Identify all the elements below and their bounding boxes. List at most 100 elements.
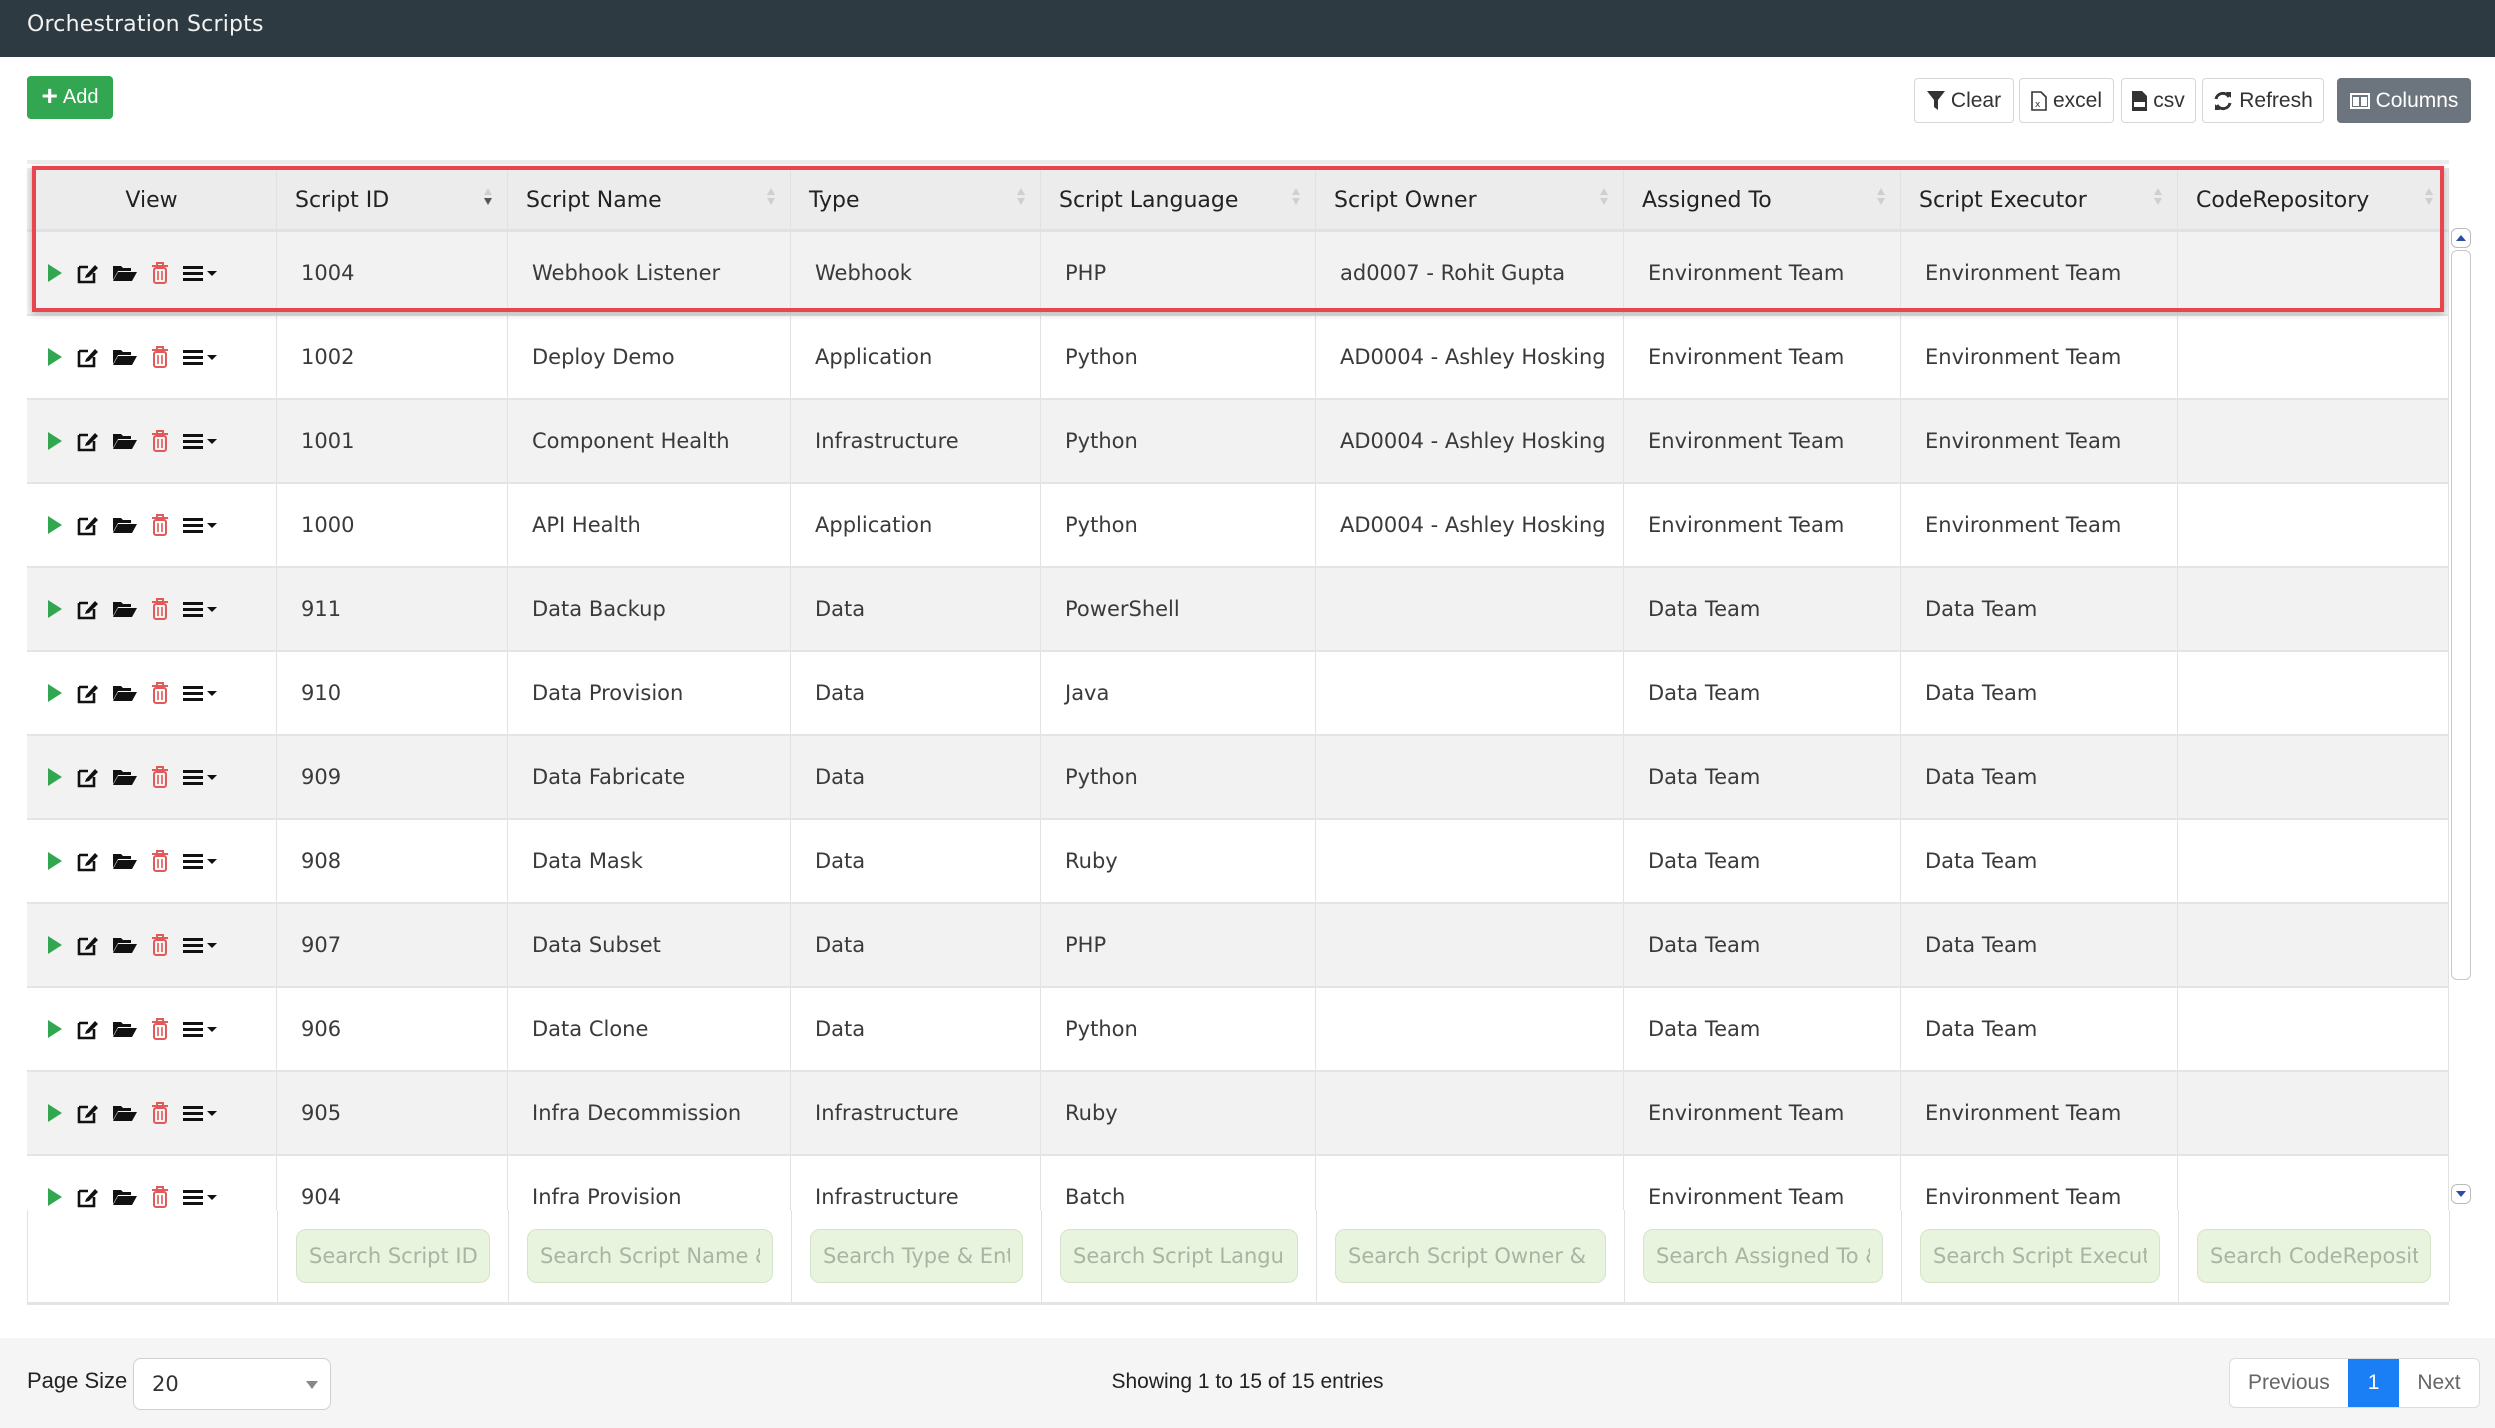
menu-dropdown-icon[interactable] [183,516,219,534]
search-executor-input[interactable] [1920,1229,2160,1283]
folder-open-icon[interactable] [113,768,137,786]
trash-icon[interactable] [151,850,169,872]
column-header-assigned[interactable]: Assigned To [1624,168,1901,232]
trash-icon[interactable] [151,598,169,620]
menu-dropdown-icon[interactable] [183,1104,219,1122]
next-page-button[interactable]: Next [2399,1359,2478,1407]
table-row[interactable]: 907 Data Subset Data PHP Data Team Data Team [27,904,2449,988]
menu-dropdown-icon[interactable] [183,1188,219,1206]
folder-open-icon[interactable] [113,936,137,954]
table-row[interactable]: 1001 Component Health Infrastructure Python… [27,400,2449,484]
menu-dropdown-icon[interactable] [183,264,219,282]
folder-open-icon[interactable] [113,1188,137,1206]
play-icon[interactable] [47,599,63,619]
trash-icon[interactable] [151,1018,169,1040]
search-id-input[interactable] [296,1229,490,1283]
play-icon[interactable] [47,683,63,703]
trash-icon[interactable] [151,1102,169,1124]
sort-icon[interactable] [1291,188,1301,212]
edit-icon[interactable] [77,598,99,620]
folder-open-icon[interactable] [113,1104,137,1122]
folder-open-icon[interactable] [113,852,137,870]
play-icon[interactable] [47,1103,63,1123]
edit-icon[interactable] [77,514,99,536]
edit-icon[interactable] [77,850,99,872]
folder-open-icon[interactable] [113,432,137,450]
trash-icon[interactable] [151,934,169,956]
search-repo-input[interactable] [2197,1229,2431,1283]
previous-page-button[interactable]: Previous [2230,1359,2348,1407]
table-row[interactable]: 906 Data Clone Data Python Data Team Data Tea… [27,988,2449,1072]
search-owner-input[interactable] [1335,1229,1606,1283]
edit-icon[interactable] [77,766,99,788]
edit-icon[interactable] [77,262,99,284]
sort-icon[interactable] [2153,188,2163,212]
export-excel-button[interactable]: x excel [2019,78,2114,123]
search-type-input[interactable] [810,1229,1023,1283]
table-row[interactable]: 905 Infra Decommission Infrastructure Ruby E… [27,1072,2449,1156]
edit-icon[interactable] [77,346,99,368]
menu-dropdown-icon[interactable] [183,600,219,618]
table-row[interactable]: 1004 Webhook Listener Webhook PHP ad0007 - R… [27,232,2449,316]
column-header-executor[interactable]: Script Executor [1901,168,2178,232]
play-icon[interactable] [47,767,63,787]
table-row[interactable]: 1002 Deploy Demo Application Python AD0004 -… [27,316,2449,400]
folder-open-icon[interactable] [113,1020,137,1038]
edit-icon[interactable] [77,1186,99,1208]
sort-icon[interactable] [766,188,776,212]
export-csv-button[interactable]: csv [2121,78,2196,123]
edit-icon[interactable] [77,1102,99,1124]
scrollbar-thumb[interactable] [2451,250,2471,980]
folder-open-icon[interactable] [113,348,137,366]
menu-dropdown-icon[interactable] [183,936,219,954]
sort-icon[interactable] [483,188,493,212]
scroll-down-arrow[interactable] [2451,1184,2471,1204]
play-icon[interactable] [47,1019,63,1039]
table-row[interactable]: 1000 API Health Application Python AD0004 - … [27,484,2449,568]
table-scrollbar[interactable] [2451,228,2471,1208]
trash-icon[interactable] [151,766,169,788]
trash-icon[interactable] [151,430,169,452]
folder-open-icon[interactable] [113,600,137,618]
refresh-button[interactable]: Refresh [2202,78,2324,123]
sort-icon[interactable] [1599,188,1609,212]
add-button[interactable]: + Add [27,76,113,119]
folder-open-icon[interactable] [113,264,137,282]
table-row[interactable]: 911 Data Backup Data PowerShell Data Team Dat… [27,568,2449,652]
table-row[interactable]: 908 Data Mask Data Ruby Data Team Data Team [27,820,2449,904]
menu-dropdown-icon[interactable] [183,684,219,702]
trash-icon[interactable] [151,262,169,284]
column-header-owner[interactable]: Script Owner [1316,168,1624,232]
play-icon[interactable] [47,347,63,367]
trash-icon[interactable] [151,346,169,368]
play-icon[interactable] [47,851,63,871]
trash-icon[interactable] [151,682,169,704]
table-row[interactable]: 904 Infra Provision Infrastructure Batch Env… [27,1156,2449,1210]
trash-icon[interactable] [151,514,169,536]
edit-icon[interactable] [77,682,99,704]
sort-icon[interactable] [2424,188,2434,212]
sort-icon[interactable] [1876,188,1886,212]
search-name-input[interactable] [527,1229,773,1283]
menu-dropdown-icon[interactable] [183,768,219,786]
play-icon[interactable] [47,515,63,535]
folder-open-icon[interactable] [113,684,137,702]
menu-dropdown-icon[interactable] [183,852,219,870]
column-header-id[interactable]: Script ID [277,168,508,232]
search-language-input[interactable] [1060,1229,1298,1283]
edit-icon[interactable] [77,1018,99,1040]
column-header-language[interactable]: Script Language [1041,168,1316,232]
column-header-name[interactable]: Script Name [508,168,791,232]
menu-dropdown-icon[interactable] [183,348,219,366]
clear-filter-button[interactable]: Clear [1914,78,2014,123]
column-header-repo[interactable]: CodeRepository [2178,168,2449,232]
play-icon[interactable] [47,431,63,451]
scroll-up-arrow[interactable] [2451,228,2471,248]
play-icon[interactable] [47,1187,63,1207]
play-icon[interactable] [47,263,63,283]
trash-icon[interactable] [151,1186,169,1208]
edit-icon[interactable] [77,934,99,956]
table-row[interactable]: 909 Data Fabricate Data Python Data Team Data… [27,736,2449,820]
sort-icon[interactable] [1016,188,1026,212]
edit-icon[interactable] [77,430,99,452]
